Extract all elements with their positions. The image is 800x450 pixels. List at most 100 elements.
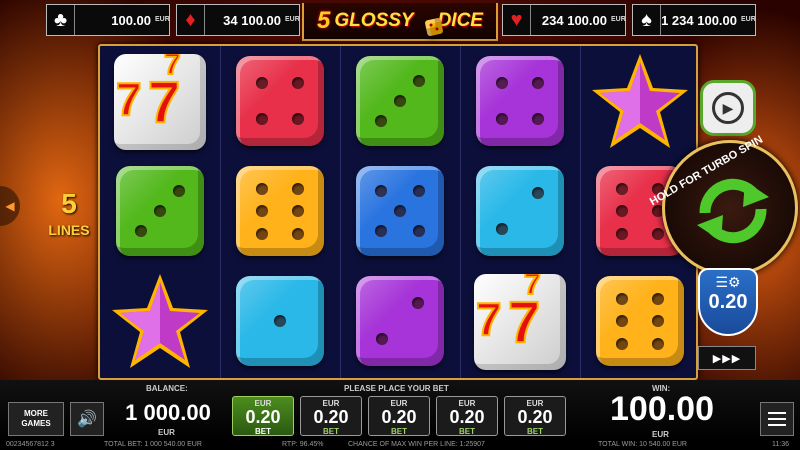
die-symbol-cyan — [228, 270, 332, 374]
die-pip — [291, 77, 304, 89]
star-symbol — [588, 50, 692, 154]
die-pip — [134, 224, 147, 237]
bet-settings-icon: ☰⚙ — [715, 274, 741, 290]
bet-button-5[interactable]: EUR 0.20 BET — [504, 396, 566, 436]
sound-icon[interactable]: 🔊 — [70, 402, 104, 436]
autoplay-icon: ▶ — [712, 92, 744, 124]
die-symbol-yellow — [588, 270, 692, 374]
die-pip — [394, 205, 406, 217]
bet-button-4[interactable]: EUR 0.20 BET — [436, 396, 498, 436]
bet-prompt: PLEASE PLACE YOUR BET — [344, 384, 449, 393]
die-pip — [616, 182, 629, 195]
die-red — [236, 56, 324, 146]
die-green — [356, 56, 444, 146]
reel-divider — [460, 46, 461, 378]
bet-value: 0.20 — [245, 407, 281, 427]
die-pip — [616, 292, 629, 305]
die-pip — [616, 315, 629, 327]
logo-word-dice: DICE — [437, 10, 483, 31]
jackpot-currency: EUR — [611, 16, 626, 23]
diamonds-icon: ♦ — [177, 5, 205, 35]
die-purple — [356, 276, 444, 366]
seven-icon: 777 — [474, 274, 566, 370]
more-games-button[interactable]: MORE GAMES — [8, 402, 64, 436]
balance-currency: EUR — [158, 428, 175, 437]
die-symbol-yellow — [228, 160, 332, 264]
seven-symbol: 777 — [108, 50, 212, 154]
bet-label: BET — [527, 427, 543, 436]
die-pip — [413, 224, 426, 237]
die-pip — [496, 77, 509, 89]
bet-button-1[interactable]: EUR 0.20 BET — [232, 396, 294, 436]
session-id: 00234567812 3 — [6, 441, 55, 448]
balance-value: 1 000.00 — [125, 400, 211, 425]
bet-settings-value: 0.20 — [708, 291, 748, 313]
die-symbol-green — [108, 160, 212, 264]
die-pip — [496, 113, 509, 125]
logo-dice-icon — [424, 17, 444, 37]
die-pip — [376, 333, 389, 345]
bet-value: 0.20 — [381, 407, 417, 427]
star-symbol — [108, 270, 212, 374]
bet-label: BET — [459, 427, 475, 436]
menu-icon[interactable] — [760, 402, 794, 436]
spin-button[interactable]: HOLD FOR TURBO SPIN — [648, 134, 798, 276]
bet-label: BET — [255, 427, 271, 436]
die-purple — [476, 56, 564, 146]
seven-icon: 777 — [114, 54, 206, 150]
logo-word-glossy: GLOSSY — [334, 10, 414, 31]
jackpot-value: 34 100.00 — [223, 12, 281, 28]
die-pip — [531, 113, 544, 125]
reels-grid: 777 777 — [98, 44, 698, 380]
star-icon — [112, 274, 208, 368]
autoplay-button[interactable]: ▶ — [700, 80, 756, 136]
die-pip — [256, 113, 269, 125]
die-symbol-purple — [468, 50, 572, 154]
die-pip — [616, 227, 629, 240]
die-pip — [651, 315, 664, 327]
die-pip — [256, 182, 269, 195]
spin-arrows-icon — [697, 178, 769, 244]
bet-button-3[interactable]: EUR 0.20 BET — [368, 396, 430, 436]
clubs-icon: ♣ — [47, 5, 75, 35]
die-yellow — [236, 166, 324, 256]
die-pip — [651, 227, 664, 240]
win-value: 100.00 — [610, 390, 714, 428]
bet-label: BET — [391, 427, 407, 436]
die-pip — [256, 205, 269, 217]
die-pip — [413, 75, 426, 88]
die-pip — [374, 114, 387, 127]
die-symbol-red — [228, 50, 332, 154]
jackpot-diamonds: ♦ 34 100.00 EUR — [176, 4, 300, 36]
game-logo: 5 GLOSSY DICE — [302, 3, 498, 41]
total-win: TOTAL WIN: 10 540.00 EUR — [598, 441, 687, 448]
die-pip — [291, 182, 304, 195]
die-cyan — [476, 166, 564, 256]
bet-label: BET — [323, 427, 339, 436]
die-pip — [256, 77, 269, 89]
spades-icon: ♠ — [633, 5, 661, 35]
total-bet: TOTAL BET: 1 000 540.00 EUR — [104, 441, 202, 448]
die-pip — [374, 224, 387, 237]
die-symbol-blue — [348, 160, 452, 264]
lines-label: LINES — [48, 222, 90, 238]
balance-label: BALANCE: — [146, 384, 188, 393]
bet-value: 0.20 — [517, 407, 553, 427]
die-pip — [374, 185, 387, 198]
bet-settings-button[interactable]: ☰⚙ 0.20 — [698, 268, 758, 336]
reel-divider — [220, 46, 221, 378]
hearts-icon: ♥ — [503, 5, 531, 35]
die-pip — [394, 95, 406, 107]
jackpot-currency: EUR — [285, 16, 300, 23]
die-pip — [496, 223, 509, 235]
fast-forward-icon[interactable]: ▶▶▶ — [698, 346, 756, 370]
die-pip — [291, 227, 304, 240]
jackpot-spades: ♠ 1 234 100.00 EUR — [632, 4, 756, 36]
die-symbol-green — [348, 50, 452, 154]
reel-divider — [340, 46, 341, 378]
bet-button-2[interactable]: EUR 0.20 BET — [300, 396, 362, 436]
max-win-chance: CHANCE OF MAX WIN PER LINE: 1:25907 — [348, 441, 485, 448]
clock: 11:36 — [772, 441, 789, 448]
bet-value: 0.20 — [313, 407, 349, 427]
jackpot-currency: EUR — [741, 16, 756, 23]
